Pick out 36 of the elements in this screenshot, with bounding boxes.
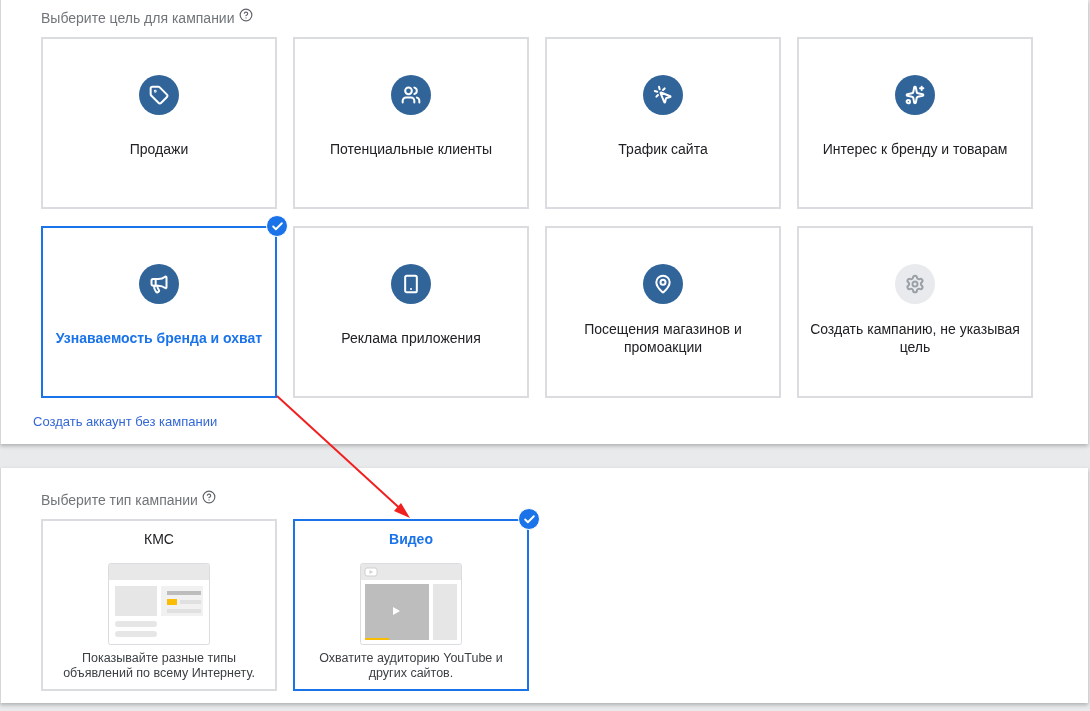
goal-label: Узнаваемость бренда и охват <box>55 329 263 348</box>
goal-label: Продажи <box>129 140 189 159</box>
goal-label: Посещения магазинов и промоакции <box>583 320 743 356</box>
check-icon <box>518 508 540 530</box>
goal-card[interactable]: Продажи <box>41 37 277 209</box>
help-icon[interactable] <box>201 490 216 504</box>
check-icon <box>266 215 288 237</box>
goal-card[interactable]: Потенциальные клиенты <box>293 37 529 209</box>
campaign-type-card[interactable]: КМС Показывайте разные типы объявлений по всему Интернету. <box>41 519 277 691</box>
section-heading: Выберите тип кампании <box>41 492 198 508</box>
sparkles-icon <box>895 75 935 115</box>
goal-card[interactable]: Реклама приложения <box>293 226 529 398</box>
campaign-type-card[interactable]: Видео Охватите аудиторию YouTube и других сайтов. <box>293 519 529 691</box>
help-icon[interactable] <box>238 8 253 22</box>
goal-label: Реклама приложения <box>341 329 481 348</box>
people-icon <box>391 75 431 115</box>
goal-card[interactable]: Создать кампанию, не указывая цель <box>797 226 1033 398</box>
goal-card[interactable]: Интерес к бренду и товарам <box>797 37 1033 209</box>
tag-icon <box>139 75 179 115</box>
map-pin-icon <box>643 264 683 304</box>
goal-label: Создать кампанию, не указывая цель <box>809 320 1021 356</box>
settings-icon <box>895 264 935 304</box>
type-title: КМС <box>144 531 174 549</box>
goal-card[interactable]: Узнаваемость бренда и охват <box>41 226 277 398</box>
goal-label: Трафик сайта <box>618 140 708 159</box>
goal-label: Потенциальные клиенты <box>329 140 493 159</box>
goal-label: Интерес к бренду и товарам <box>822 140 1008 159</box>
megaphone-icon <box>139 264 179 304</box>
section-heading: Выберите цель для кампании <box>41 10 235 26</box>
type-description: Показывайте разные типы объявлений по всему Интернету. <box>62 651 256 681</box>
create-account-link[interactable]: Создать аккаунт без кампании <box>33 414 218 429</box>
goal-card[interactable]: Посещения магазинов и промоакции <box>545 226 781 398</box>
cursor-click-icon <box>643 75 683 115</box>
type-title: Видео <box>389 531 433 549</box>
type-description: Охватите аудиторию YouTube и других сайтов. <box>318 651 504 681</box>
goal-card[interactable]: Трафик сайта <box>545 37 781 209</box>
